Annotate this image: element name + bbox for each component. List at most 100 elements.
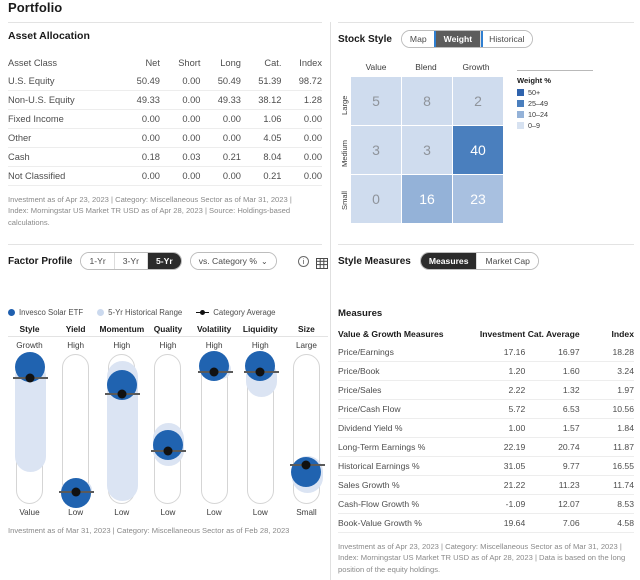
chevron-down-icon: ⌄: [260, 256, 268, 266]
factor-bottom-label: Low: [206, 508, 222, 517]
table-row: Price/Book 1.20 1.60 3.24: [338, 361, 634, 381]
info-icon[interactable]: i: [298, 255, 309, 267]
factor-column-size: Size Large Small: [285, 324, 328, 517]
table-view-icon[interactable]: [316, 256, 328, 269]
cell-long: 0.00: [222, 133, 241, 143]
factor-top-label: High: [159, 341, 177, 350]
factor-column-heading: Momentum: [99, 324, 145, 334]
heatmap-cell-large-growth[interactable]: 2: [453, 77, 503, 125]
cell-index: 11.87: [613, 442, 634, 452]
table-row: Price/Earnings 17.16 16.97 18.28: [338, 343, 634, 362]
tab-market-cap[interactable]: Market Cap: [477, 253, 538, 269]
factor-investment-bubble[interactable]: [245, 350, 276, 381]
cell-measure: Price/Sales: [338, 385, 382, 395]
cell-investment: 5.72: [508, 404, 526, 414]
heatmap-row-labels: Large Medium Small: [338, 62, 351, 225]
heatmap-cell-large-value[interactable]: 5: [351, 77, 401, 125]
factor-track[interactable]: [243, 350, 279, 504]
cell-measure: Price/Book: [338, 366, 380, 376]
cell-investment: 17.16: [503, 347, 526, 357]
measures-subheading: Measures: [338, 308, 383, 319]
factor-period-toggle[interactable]: 1-Yr 3-Yr 5-Yr: [80, 252, 182, 270]
style-measures-heading: Style Measures: [338, 255, 411, 267]
comparison-select[interactable]: vs. Category % ⌄: [189, 252, 277, 270]
pale-dot-icon: [97, 309, 105, 316]
style-measures-toggle[interactable]: Measures Market Cap: [419, 252, 539, 270]
legend-item-category-average: Category Average: [196, 308, 276, 317]
stock-style-section: Stock Style Map Weight Historical Large M…: [338, 30, 634, 225]
factor-investment-bubble[interactable]: [199, 350, 230, 381]
factor-column-heading: Liquidity: [242, 324, 278, 334]
factor-category-average-dot: [25, 373, 34, 382]
style-measures-footnote: Investment as of Apr 23, 2023 | Category…: [338, 542, 626, 574]
factor-column-momentum: Momentum High Low: [99, 324, 145, 517]
cell-cat-average: 1.57: [562, 423, 580, 433]
factor-track[interactable]: [13, 352, 48, 504]
factor-top-label: High: [67, 341, 85, 350]
cell-index: 8.53: [617, 499, 634, 509]
cell-short: 0.03: [182, 152, 201, 162]
cell-index: 10.56: [612, 404, 634, 414]
factor-bottom-label: Low: [114, 508, 130, 517]
tab-3-yr[interactable]: 3-Yr: [114, 253, 148, 269]
factor-investment-bubble[interactable]: [152, 430, 183, 460]
cell-asset-class: U.S. Equity: [8, 76, 55, 86]
divider: [517, 70, 593, 71]
cell-cat-average: 20.74: [558, 442, 580, 452]
heatmap-cell-small-blend[interactable]: 16: [402, 175, 452, 223]
tab-historical[interactable]: Historical: [481, 31, 533, 47]
stock-style-toggle[interactable]: Map Weight Historical: [400, 30, 534, 48]
cell-cat-average: 16.97: [558, 347, 580, 357]
factor-bottom-label: Value: [19, 508, 40, 517]
cell-measure: Historical Earnings %: [338, 461, 420, 471]
heatmap-cell-medium-value[interactable]: 3: [351, 126, 401, 174]
col-measure: Value & Growth Measures: [338, 329, 444, 339]
factor-category-average-dot: [301, 460, 311, 469]
heatmap-cell-small-growth[interactable]: 23: [453, 175, 503, 223]
factor-track[interactable]: [151, 354, 187, 504]
factor-track[interactable]: [105, 354, 141, 504]
table-row: Cash 0.18 0.03 0.21 8.04 0.00: [8, 147, 322, 167]
cell-cat-average: 7.06: [562, 518, 580, 528]
tab-measures[interactable]: Measures: [420, 253, 478, 269]
factor-column-heading: Volatility: [196, 324, 232, 334]
heatmap-row-label-small: Small: [340, 191, 349, 211]
tab-1-yr[interactable]: 1-Yr: [81, 253, 115, 269]
cell-index: 16.55: [612, 461, 634, 471]
tab-5-yr[interactable]: 5-Yr: [147, 253, 181, 269]
heatmap-cell-large-blend[interactable]: 8: [402, 77, 452, 125]
factor-track[interactable]: [59, 354, 95, 508]
table-row: Fixed Income 0.00 0.00 0.00 1.06 0.00: [8, 109, 322, 129]
factor-header-icons: i: [298, 255, 328, 269]
divider: [338, 22, 634, 23]
cell-cat: 8.04: [263, 152, 282, 162]
cell-net: 0.00: [141, 133, 160, 143]
col-index: Index: [299, 58, 322, 68]
cell-investment: 1.00: [508, 423, 526, 433]
asset-allocation-body: U.S. Equity 50.49 0.00 50.49 51.39 98.72…: [8, 72, 322, 186]
heatmap-legend: Weight % 50+ 25–49 10–24 0–9: [517, 62, 607, 225]
col-net: Net: [145, 58, 160, 68]
stock-style-heading: Stock Style: [338, 33, 392, 45]
heatmap-cell-medium-growth[interactable]: 40: [453, 126, 503, 174]
heatmap-cell-medium-blend[interactable]: 3: [402, 126, 452, 174]
factor-top-label: High: [113, 341, 131, 350]
tab-map[interactable]: Map: [401, 31, 436, 47]
cell-cat-average: 9.77: [562, 461, 580, 471]
cell-asset-class: Other: [8, 133, 32, 143]
col-asset-class: Asset Class: [8, 58, 58, 68]
factor-track[interactable]: [197, 350, 233, 504]
stock-style-header: Stock Style Map Weight Historical: [338, 30, 634, 48]
heatmap-cell-small-value[interactable]: 0: [351, 175, 401, 223]
factor-track[interactable]: [289, 354, 325, 504]
tab-weight[interactable]: Weight: [435, 31, 482, 47]
table-header-row: Value & Growth Measures Investment Cat. …: [338, 325, 634, 343]
cell-net: 0.18: [141, 152, 160, 162]
heatmap-legend-item: 10–24: [517, 110, 607, 119]
divider: [338, 244, 634, 245]
cell-asset-class: Non-U.S. Equity: [8, 95, 75, 105]
factor-top-label: High: [205, 341, 223, 350]
factor-bottom-label: Low: [68, 508, 84, 517]
table-row: Not Classified 0.00 0.00 0.00 0.21 0.00: [8, 166, 322, 186]
cell-long: 0.00: [222, 171, 241, 181]
